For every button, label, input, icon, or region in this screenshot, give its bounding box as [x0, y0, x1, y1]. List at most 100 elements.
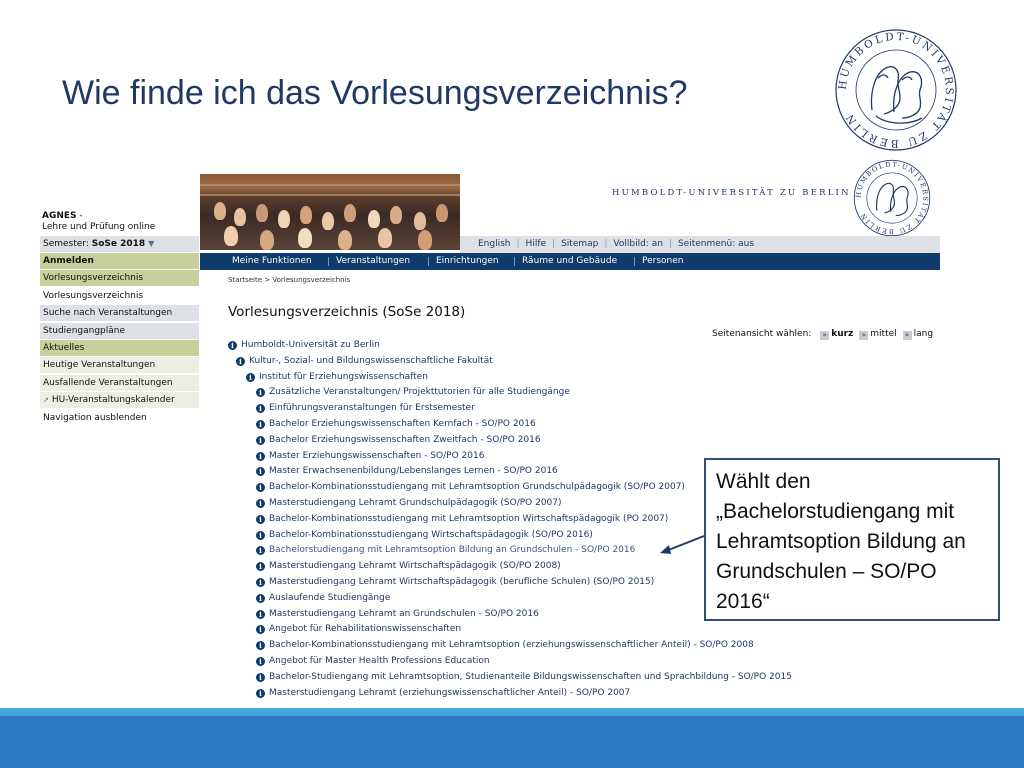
agnes-brand-subtitle: Lehre und Prüfung online: [42, 222, 156, 232]
sidebar-item-label: Vorlesungsverzeichnis: [43, 273, 144, 284]
tree-item-label: Masterstudiengang Lehramt Wirtschaftspäd…: [269, 561, 561, 572]
tree-item[interactable]: i Masterstudiengang Lehramt an Grundschul…: [256, 607, 539, 621]
tree-item-label: Zusätzliche Veranstaltungen/ Projekttuto…: [269, 387, 570, 398]
info-icon[interactable]: i: [256, 546, 265, 556]
nav-item[interactable]: Personen: [642, 253, 683, 270]
tree-item[interactable]: i Bachelor-Kombinationsstudiengang mit Le…: [256, 512, 668, 526]
content-title: Vorlesungsverzeichnis (SoSe 2018): [228, 304, 466, 320]
sidebar-item[interactable]: ↗ HU-Veranstaltungskalender: [40, 392, 199, 409]
tree-item[interactable]: i Auslaufende Studiengänge: [256, 591, 390, 605]
callout-line: Lehramtsoption Bildung an: [716, 530, 966, 553]
tree-item[interactable]: i Institut für Erziehungswissenschaften: [246, 370, 428, 384]
view-option[interactable]: kurz: [831, 329, 853, 339]
breadcrumb: Startseite > Vorlesungsverzeichnis: [228, 276, 351, 284]
nav-item[interactable]: Räume und Gebäude: [522, 253, 617, 270]
sidebar-item[interactable]: Vorlesungsverzeichnis: [40, 270, 199, 287]
tree-item[interactable]: i Masterstudiengang Lehramt (erziehungswi…: [256, 686, 630, 700]
chevron-right-icon: »: [820, 331, 830, 340]
info-icon[interactable]: i: [256, 672, 265, 682]
tree-item-label: Bachelor-Kombinationsstudiengang mit Leh…: [269, 640, 754, 651]
view-option[interactable]: lang: [914, 329, 933, 339]
tree-item-label: Bachelor-Kombinationsstudiengang mit Leh…: [269, 482, 685, 493]
chevron-down-icon: ▼: [148, 239, 155, 248]
lecture-hall-photo: [200, 174, 460, 250]
tree-item[interactable]: i Bachelor-Studiengang mit Lehramtsoption…: [256, 670, 792, 684]
info-icon[interactable]: i: [256, 435, 265, 445]
utility-link[interactable]: Sitemap: [561, 239, 598, 249]
sidebar-item-label: Navigation ausblenden: [43, 412, 147, 423]
info-icon[interactable]: i: [256, 420, 265, 429]
tree-item[interactable]: i Masterstudiengang Lehramt Wirtschaftspä…: [256, 575, 654, 589]
tree-item-label: Angebot für Rehabilitationswissenschafte…: [269, 624, 462, 635]
view-option[interactable]: mittel: [870, 329, 896, 339]
tree-item[interactable]: i Einführungsveranstaltungen für Erstseme…: [256, 401, 475, 415]
semester-value: SoSe 2018: [91, 239, 146, 249]
tree-item[interactable]: i Zusätzliche Veranstaltungen/ Projekttut…: [256, 385, 570, 399]
info-icon[interactable]: i: [256, 514, 265, 524]
nav-divider: [514, 257, 515, 266]
info-icon[interactable]: i: [256, 578, 265, 587]
callout-arrow-icon: [660, 534, 706, 560]
callout-line: Grundschulen – SO/PO: [716, 560, 937, 583]
main-nav: Meine Funktionen Veranstaltungen Einrichtu…: [200, 253, 940, 270]
tree-item-highlighted[interactable]: i Bachelorstudiengang mit Lehramtsoption …: [256, 543, 635, 557]
info-icon[interactable]: i: [256, 404, 265, 414]
tree-item[interactable]: i Masterstudiengang Lehramt Grundschulpäd…: [256, 496, 562, 510]
tree-item-label: Bachelor-Kombinationsstudiengang Wirtsch…: [269, 529, 593, 540]
tree-item-label: Masterstudiengang Lehramt Wirtschaftspäd…: [269, 577, 655, 587]
info-icon[interactable]: i: [256, 530, 265, 540]
tree-item[interactable]: i Master Erziehungswissenschaften - SO/PO…: [256, 449, 484, 463]
info-icon[interactable]: i: [256, 593, 265, 603]
sidebar-item[interactable]: Navigation ausblenden: [40, 409, 199, 426]
info-icon[interactable]: i: [256, 467, 265, 477]
info-icon[interactable]: i: [256, 562, 265, 572]
tree-item[interactable]: i Masterstudiengang Lehramt Wirtschaftspä…: [256, 559, 561, 573]
info-icon[interactable]: i: [236, 356, 245, 366]
tree-item[interactable]: i Angebot für Rehabilitationswissenschaft…: [256, 622, 461, 636]
nav-item[interactable]: Veranstaltungen: [336, 253, 410, 270]
nav-item[interactable]: Einrichtungen: [436, 253, 499, 270]
sidebar-item-label: Anmelden: [43, 256, 94, 266]
info-icon[interactable]: i: [256, 451, 265, 461]
sidebar-item[interactable]: Anmelden: [40, 253, 199, 269]
sidebar-item-label: Ausfallende Veranstaltungen: [43, 377, 173, 388]
utility-link[interactable]: Hilfe: [526, 239, 546, 249]
sidebar-item-label: Aktuelles: [43, 342, 85, 353]
info-icon[interactable]: i: [256, 657, 265, 666]
tree-item[interactable]: i Bachelor-Kombinationsstudiengang Wirtsc…: [256, 528, 593, 542]
sidebar-item[interactable]: Vorlesungsverzeichnis: [40, 287, 199, 304]
tree-item[interactable]: i Bachelor-Kombinationsstudiengang mit Le…: [256, 638, 754, 652]
info-icon[interactable]: i: [256, 625, 265, 635]
semester-select[interactable]: Semester: SoSe 2018 ▼: [40, 236, 199, 252]
tree-item[interactable]: i Kultur-, Sozial- und Bildungswissenscha…: [236, 354, 493, 368]
sidebar-item[interactable]: Suche nach Veranstaltungen: [40, 305, 199, 322]
tree-item[interactable]: i Bachelor Erziehungswissenschaften Zweit…: [256, 433, 541, 447]
tree-item[interactable]: i Master Erwachsenenbildung/Lebenslanges …: [256, 464, 558, 478]
utility-link[interactable]: Seitenmenü: aus: [678, 239, 754, 249]
utility-link[interactable]: Vollbild: an: [613, 239, 663, 249]
sidebar-item[interactable]: Aktuelles: [40, 339, 199, 356]
footer-accent-bar: [0, 708, 1024, 716]
tree-item[interactable]: i Bachelor-Kombinationsstudiengang mit Le…: [256, 480, 685, 494]
sidebar-item[interactable]: Ausfallende Veranstaltungen: [40, 374, 199, 391]
info-icon[interactable]: i: [256, 483, 265, 493]
callout-line: „Bachelorstudiengang mit: [716, 500, 955, 523]
info-icon[interactable]: i: [256, 388, 265, 398]
info-icon[interactable]: i: [256, 499, 265, 508]
sidebar-menu: Anmelden Vorlesungsverzeichnis Vorlesungsv…: [40, 253, 199, 427]
info-icon[interactable]: i: [256, 641, 265, 651]
sidebar-item[interactable]: Heutige Veranstaltungen: [40, 357, 199, 374]
sidebar-item[interactable]: Studiengangpläne: [40, 322, 199, 339]
utility-link[interactable]: English: [478, 239, 511, 249]
chevron-right-icon: »: [859, 331, 869, 340]
footer-band: [0, 716, 1024, 768]
hu-seal-small-logo: HUMBOLDT-UNIVERSITÄT ZU BERLIN: [853, 159, 931, 237]
info-icon[interactable]: i: [256, 688, 265, 698]
info-icon[interactable]: i: [228, 341, 237, 350]
nav-item[interactable]: Meine Funktionen: [232, 253, 312, 270]
tree-item[interactable]: i Angebot für Master Health Professions E…: [256, 654, 490, 668]
info-icon[interactable]: i: [246, 372, 255, 382]
tree-item[interactable]: i Humboldt-Universität zu Berlin: [228, 338, 380, 352]
info-icon[interactable]: i: [256, 609, 265, 619]
tree-item[interactable]: i Bachelor Erziehungswissenschaften Kernf…: [256, 417, 536, 431]
